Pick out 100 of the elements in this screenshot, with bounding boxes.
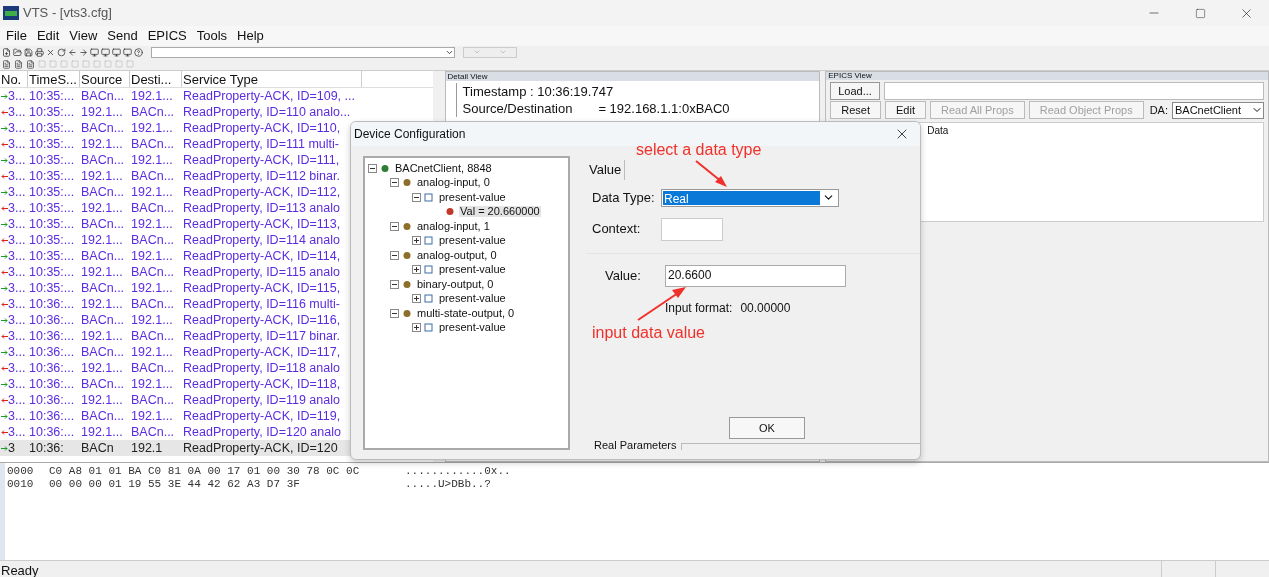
packet-row[interactable]: 3... 10:36:... 192.1... BACn... ReadProperty, ID=120 analo (0, 424, 433, 440)
hex-bytes: C0 A8 01 01 BA C0 81 0A 00 17 01 00 30 78 0C 0C (49, 465, 361, 478)
packet-row[interactable]: 3... 10:36:... 192.1... BACn... ReadProperty, ID=117 binar. (0, 328, 433, 344)
collapse-icon[interactable] (390, 250, 399, 260)
expand-icon[interactable] (412, 323, 421, 333)
column-header[interactable]: TimeS... (28, 71, 80, 87)
expand-icon[interactable] (412, 265, 421, 275)
packet-row[interactable]: 3... 10:35:... 192.1... BACn... ReadProperty, ID=115 analo (0, 264, 433, 280)
table-cell: 10:35:... (29, 217, 75, 231)
menu-item[interactable]: File (3, 26, 30, 46)
app-logo-icon (3, 6, 19, 20)
da-label: DA: (1149, 102, 1168, 118)
epics-button[interactable]: Reset (830, 101, 881, 119)
column-header[interactable]: No. (0, 71, 28, 87)
packet-row[interactable]: 3... 10:36:... 192.1... BACn... ReadProperty, ID=119 analo (0, 392, 433, 408)
value-tab[interactable]: Value (586, 160, 626, 180)
collapse-icon[interactable] (412, 192, 421, 202)
table-cell: 192.1... (81, 233, 123, 247)
tree-item[interactable]: BACnetClient, 8848 (394, 162, 493, 174)
packet-row[interactable]: 3... 10:36:... BACn... 192.1... ReadProperty-ACK, ID=118, (0, 376, 433, 392)
menu-item[interactable]: Edit (33, 26, 63, 46)
packet-row[interactable]: 3... 10:35:... BACn... 192.1... ReadProperty-ACK, ID=109, ... (0, 88, 433, 104)
da-dropdown[interactable]: BACnetClient (1172, 101, 1264, 119)
ok-button[interactable]: OK (729, 417, 805, 439)
packet-row[interactable]: 3... 10:35:... 192.1... BACn... ReadProperty, ID=114 analo (0, 232, 433, 248)
printer-icon[interactable] (35, 47, 44, 57)
arrow-right-icon[interactable] (79, 47, 88, 57)
table-cell: 192.1... (131, 249, 173, 263)
table-cell: BACn... (81, 89, 125, 103)
packet-row[interactable]: 3... 10:35:... 192.1... BACn... ReadProperty, ID=110 analo... (0, 104, 433, 120)
maximize-icon (1194, 7, 1206, 19)
tree-item[interactable]: present-value (438, 293, 507, 305)
table-cell: 3... (8, 393, 26, 407)
tree-item[interactable]: binary-output, 0 (416, 278, 495, 290)
table-cell: 3... (8, 297, 26, 311)
annotation-arrow (695, 160, 727, 187)
collapse-icon[interactable] (390, 221, 399, 231)
data-type-dropdown[interactable]: Real (661, 188, 839, 207)
detail-label: Source/Destination (462, 99, 573, 118)
document-icon[interactable] (26, 59, 35, 69)
tree-item[interactable]: present-value (438, 191, 507, 203)
table-cell: BACn... (81, 185, 125, 199)
packet-row[interactable]: 3... 10:36:... BACn... 192.1... ReadProperty-ACK, ID=117, (0, 344, 433, 360)
document-icon[interactable] (2, 59, 11, 69)
new-file-icon[interactable] (2, 47, 11, 57)
collapse-icon[interactable] (390, 178, 399, 188)
collapse-icon[interactable] (390, 308, 399, 318)
column-header[interactable]: Source (80, 71, 130, 87)
table-cell: 10:36:... (29, 425, 75, 439)
menu-item[interactable]: Send (104, 26, 141, 46)
tree-item[interactable]: present-value (438, 322, 507, 334)
table-cell: BACn... (131, 425, 175, 439)
collapse-icon[interactable] (368, 163, 377, 173)
expand-icon[interactable] (412, 294, 421, 304)
menu-item[interactable]: Help (234, 26, 267, 46)
table-cell: 192.1... (131, 409, 173, 423)
arrow-left-icon[interactable] (68, 47, 77, 57)
table-cell: 3... (8, 249, 26, 263)
epics-button[interactable]: Edit (885, 101, 926, 119)
monitor-icon[interactable] (123, 47, 132, 57)
close-icon[interactable] (46, 47, 55, 57)
monitor-icon[interactable] (101, 47, 110, 57)
tree-item[interactable]: analog-output, 0 (416, 249, 498, 261)
table-cell: 3... (8, 201, 26, 215)
table-cell: ReadProperty-ACK, ID=115, (183, 281, 341, 295)
help-icon[interactable] (134, 47, 143, 57)
table-cell: 10:36:... (29, 393, 75, 407)
table-cell: BACn... (81, 313, 125, 327)
column-header[interactable]: Data (927, 123, 949, 135)
window-title: VTS - [vts3.cfg] (23, 4, 112, 23)
open-folder-icon[interactable] (13, 47, 22, 57)
table-cell: 192.1... (81, 201, 123, 215)
table-cell: 10:35:... (29, 281, 75, 295)
tree-item[interactable]: present-value (438, 235, 507, 247)
load-button[interactable]: Load... (830, 82, 880, 100)
document-icon[interactable] (14, 59, 23, 69)
save-icon[interactable] (24, 47, 33, 57)
column-header[interactable]: Service Type (182, 71, 362, 87)
refresh-icon[interactable] (57, 47, 66, 57)
tree-item[interactable]: present-value (438, 264, 507, 276)
table-cell: ReadProperty-ACK, ID=120 (183, 441, 338, 455)
monitor-icon[interactable] (112, 47, 121, 57)
monitor-icon[interactable] (90, 47, 99, 57)
file-field[interactable] (883, 82, 1264, 100)
table-cell: 10:35:... (29, 249, 75, 263)
tree-item[interactable]: Val = 20.660000 (459, 206, 541, 218)
column-header[interactable]: Desti... (130, 71, 182, 87)
packet-row[interactable]: 3... 10:35:... 192.1... BACn... ReadProperty, ID=113 analo (0, 200, 433, 216)
menu-item[interactable]: Tools (193, 26, 231, 46)
expand-icon[interactable] (412, 236, 421, 246)
context-field[interactable] (661, 217, 723, 241)
menu-item[interactable]: View (66, 26, 101, 46)
packet-row[interactable]: 3... 10:36:... 192.1... BACn... ReadProperty, ID=118 analo (0, 360, 433, 376)
tree-item[interactable]: analog-input, 1 (416, 220, 491, 232)
table-cell: 10:36:... (29, 297, 75, 311)
value-field[interactable]: 20.6600 (665, 264, 846, 287)
packet-row[interactable]: 3... 10:36:... BACn... 192.1... ReadProperty-ACK, ID=119, (0, 408, 433, 424)
table-cell: 3... (8, 121, 26, 135)
collapse-icon[interactable] (390, 279, 399, 289)
menu-item[interactable]: EPICS (144, 26, 190, 46)
